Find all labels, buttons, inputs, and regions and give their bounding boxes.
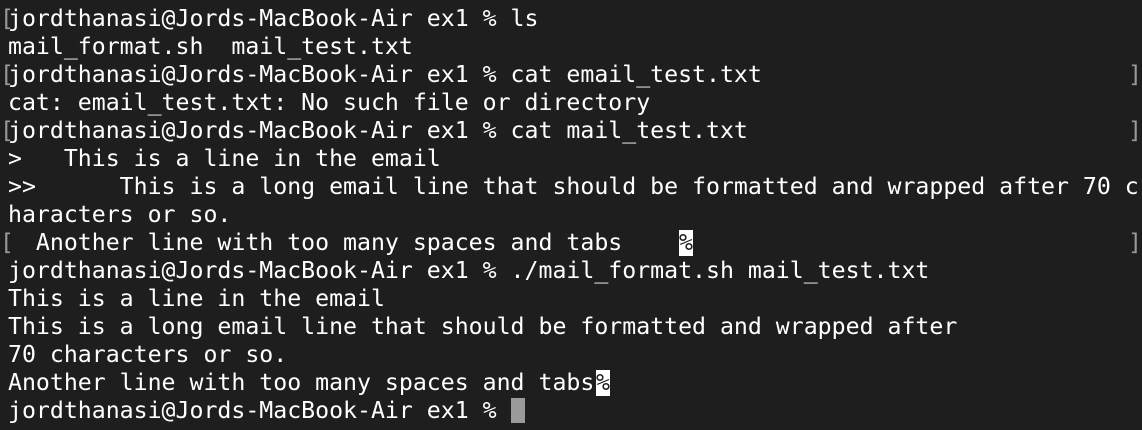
terminal-line-output: Another line with too many spaces and ta… <box>8 229 665 256</box>
terminal-line-prompt: jordthanasi@Jords-MacBook-Air ex1 % cat … <box>8 61 762 88</box>
prompt-mark-bracket: ] <box>1128 61 1142 88</box>
terminal-line-output: cat: email_test.txt: No such file or dir… <box>8 89 651 116</box>
terminal-line-prompt: jordthanasi@Jords-MacBook-Air ex1 % ls <box>8 5 539 32</box>
no-newline-marker: % <box>679 229 693 256</box>
terminal-line-output: >> This is a long email line that should… <box>8 173 1139 200</box>
prompt-mark-bracket: ] <box>1128 117 1142 144</box>
terminal-line-prompt: jordthanasi@Jords-MacBook-Air ex1 % <box>8 397 511 424</box>
terminal-line-prompt: jordthanasi@Jords-MacBook-Air ex1 % cat … <box>8 117 748 144</box>
terminal-line-output: mail_format.sh mail_test.txt <box>8 33 413 60</box>
prompt-mark-bracket: ] <box>1128 229 1142 256</box>
terminal-line-output: This is a long email line that should be… <box>8 313 958 340</box>
terminal-line-output: haracters or so. <box>8 201 232 228</box>
text-cursor <box>511 398 525 423</box>
terminal-line-prompt: jordthanasi@Jords-MacBook-Air ex1 % ./ma… <box>8 257 930 284</box>
terminal-window[interactable]: [ [ [ [ ] ] ] jordthanasi@Jords-MacBook-… <box>0 0 1142 430</box>
no-newline-marker: % <box>596 369 610 396</box>
terminal-line-output: Another line with too many spaces and ta… <box>8 369 595 396</box>
terminal-line-output: 70 characters or so. <box>8 341 288 368</box>
terminal-line-output: This is a line in the email <box>8 285 385 312</box>
terminal-line-output: > This is a line in the email <box>8 145 441 172</box>
